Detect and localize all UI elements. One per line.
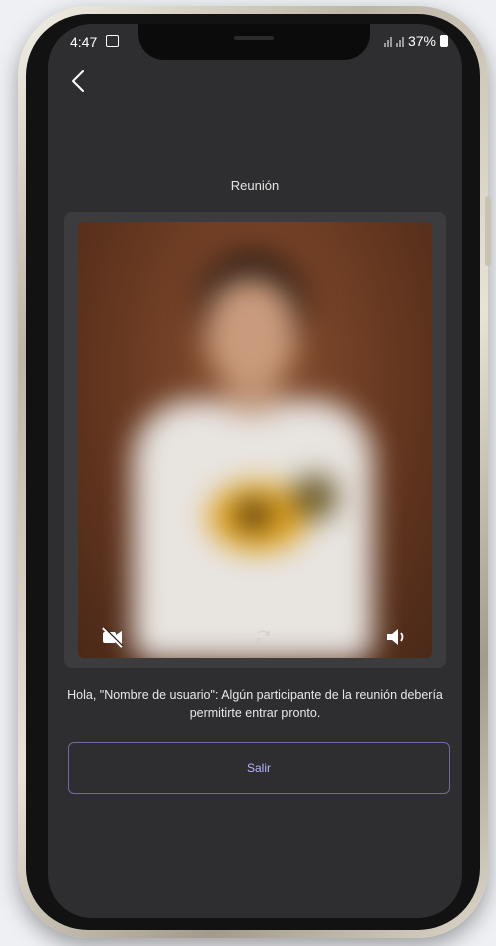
camera-preview (78, 222, 432, 658)
power-button (485, 196, 491, 266)
speaker-icon (387, 629, 404, 645)
status-indicators: 37% (383, 33, 448, 49)
signal-icon-2 (395, 36, 404, 47)
leave-button[interactable]: Salir (68, 742, 450, 794)
speaker-button[interactable] (382, 622, 412, 652)
waiting-room-message: Hola, "Nombre de usuario": Algún partici… (67, 688, 443, 720)
participant-preview-image (78, 222, 432, 658)
image-notification-icon (106, 35, 119, 47)
page-title: Reunión (230, 178, 280, 193)
back-button[interactable] (66, 68, 92, 94)
switch-camera-button[interactable] (248, 622, 278, 652)
video-preview-card (64, 212, 446, 668)
status-time: 4:47 (70, 34, 98, 50)
video-off-icon (102, 626, 124, 648)
app-screen: 4:47 37% Reunión Hola, "Nombre de usuari… (48, 24, 462, 918)
battery-icon (440, 35, 448, 47)
signal-icon (383, 36, 392, 47)
camera-rotate-icon (256, 630, 270, 644)
notch (138, 24, 370, 60)
earpiece (234, 36, 274, 40)
camera-toggle-button[interactable] (98, 622, 128, 652)
chevron-left-icon (72, 70, 84, 92)
battery-percent: 37% (407, 33, 436, 49)
device-mockup: 4:47 37% Reunión Hola, "Nombre de usuari… (0, 0, 496, 946)
